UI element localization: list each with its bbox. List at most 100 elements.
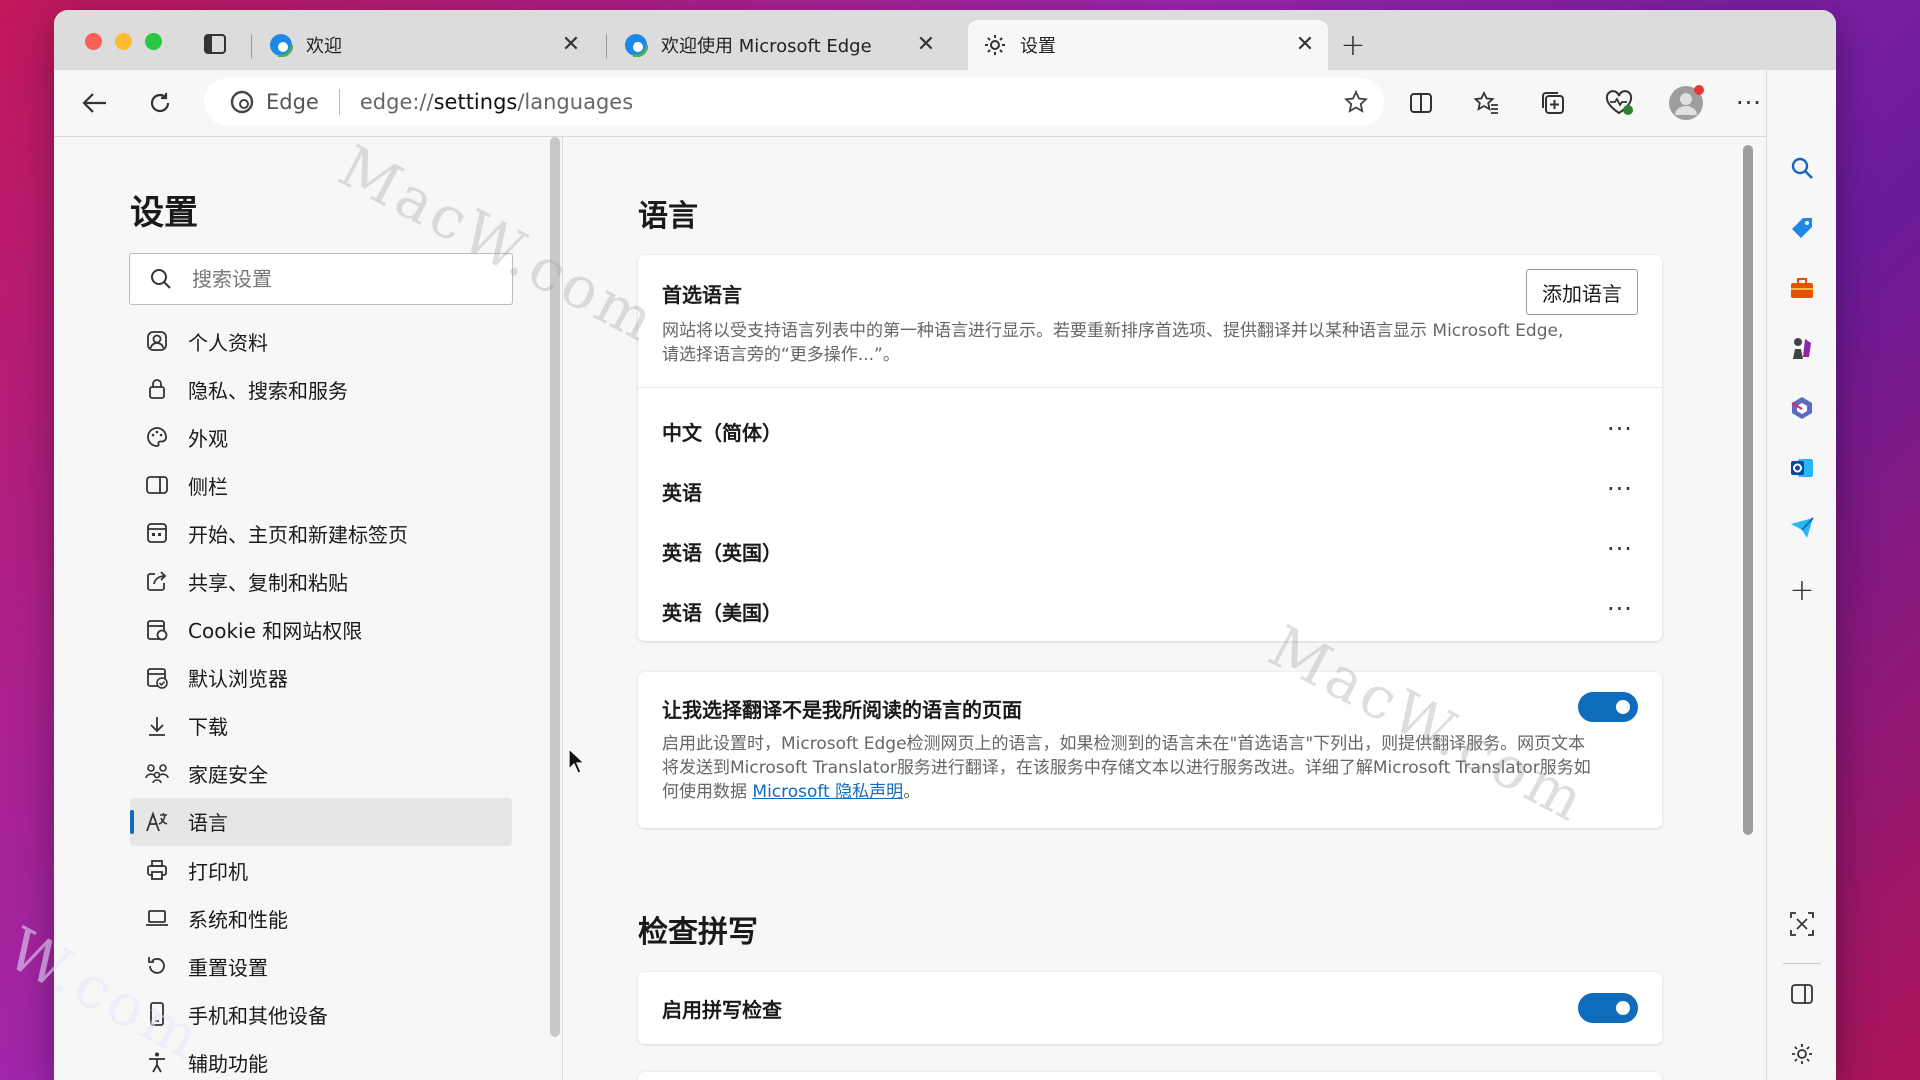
sidebar-item-default-browser[interactable]: 默认浏览器	[130, 654, 512, 702]
sidebar-item-label: Cookie 和网站权限	[188, 619, 363, 644]
sidebar-item-languages[interactable]: 语言	[130, 797, 512, 846]
main-scrollbar[interactable]	[1743, 145, 1753, 835]
sidebar-item-downloads[interactable]: 下载	[130, 702, 512, 750]
hide-sidebar-icon[interactable]	[1788, 980, 1816, 1008]
tab-welcome[interactable]: 欢迎 ✕	[254, 20, 594, 70]
add-language-button[interactable]: 添加语言	[1526, 269, 1638, 315]
sidebar-item-label: 打印机	[188, 859, 248, 884]
shopping-tag-icon[interactable]	[1788, 214, 1816, 242]
translate-description: 启用此设置时，Microsoft Edge检测网页上的语言，如果检测到的语言未在…	[662, 734, 1591, 802]
more-menu-button[interactable]: ···	[1732, 86, 1766, 120]
lock-icon	[144, 376, 170, 402]
split-screen-button[interactable]	[1404, 86, 1438, 120]
url-text: edge://settings/languages	[359, 90, 634, 114]
sidebar-item-family[interactable]: 家庭安全	[130, 750, 512, 798]
phone-icon	[144, 1001, 170, 1027]
more-actions-button[interactable]: ···	[1602, 411, 1638, 447]
spellcheck-section-title: 检查拼写	[638, 915, 758, 950]
sidebar-settings-gear-icon[interactable]	[1788, 1040, 1816, 1068]
sidebar-item-sidebar[interactable]: 侧栏	[130, 461, 512, 509]
sidebar-search-icon[interactable]	[1788, 154, 1816, 182]
sidebar-item-cookies[interactable]: Cookie 和网站权限	[130, 606, 512, 654]
sidebar-item-printers[interactable]: 打印机	[130, 846, 512, 894]
privacy-statement-link[interactable]: Microsoft 隐私声明	[752, 782, 903, 802]
collections-button[interactable]	[1536, 86, 1570, 120]
sidebar-item-accessibility[interactable]: 辅助功能	[130, 1038, 512, 1080]
search-input[interactable]	[190, 266, 494, 292]
spellcheck-toggle[interactable]	[1578, 993, 1638, 1023]
sidebar-item-appearance[interactable]: 外观	[130, 413, 512, 461]
language-icon	[144, 809, 170, 835]
refresh-button[interactable]	[143, 86, 177, 120]
screenshot-icon[interactable]	[1788, 910, 1816, 938]
tab-title: 设置	[1020, 36, 1056, 57]
close-window-button[interactable]	[85, 33, 102, 50]
add-sidebar-app-icon[interactable]: +	[1788, 573, 1816, 608]
address-bar[interactable]: Edge edge://settings/languages	[204, 78, 1384, 126]
reset-icon	[144, 953, 170, 979]
profile-avatar-button[interactable]	[1666, 85, 1706, 120]
outlook-icon[interactable]	[1788, 454, 1816, 482]
favorites-button[interactable]	[1470, 86, 1504, 120]
language-name: 英语（美国）	[662, 601, 782, 625]
sidebar-item-label: 语言	[188, 811, 228, 836]
translate-heading: 让我选择翻译不是我所阅读的语言的页面	[662, 698, 1022, 722]
sidebar-item-label: 下载	[188, 715, 228, 740]
language-name: 英语（英国）	[662, 541, 782, 565]
tools-briefcase-icon[interactable]	[1788, 274, 1816, 302]
spellcheck-card: 启用拼写检查	[638, 972, 1662, 1044]
edge-logo-icon	[230, 90, 254, 114]
avatar	[1669, 85, 1704, 120]
gear-icon	[982, 32, 1008, 58]
sidebar-item-share[interactable]: 共享、复制和粘贴	[130, 557, 512, 605]
next-settings-card	[638, 1072, 1662, 1080]
minimize-window-button[interactable]	[115, 33, 132, 50]
close-tab-icon[interactable]: ✕	[1294, 32, 1316, 57]
microsoft365-icon[interactable]	[1788, 394, 1816, 422]
zoom-window-button[interactable]	[145, 33, 162, 50]
sidebar-item-phone[interactable]: 手机和其他设备	[130, 990, 512, 1038]
settings-search-box[interactable]	[129, 253, 513, 305]
sidebar-item-privacy[interactable]: 隐私、搜索和服务	[130, 365, 512, 413]
toolbar: Edge edge://settings/languages ···	[54, 70, 1836, 137]
palette-icon	[144, 424, 170, 450]
tab-settings[interactable]: 设置 ✕	[968, 20, 1328, 70]
favorite-star-icon[interactable]	[1344, 90, 1368, 114]
tab-welcome-edge[interactable]: 欢迎使用 Microsoft Edge ✕	[609, 20, 949, 70]
list-item: 英语（美国） ···	[638, 581, 1662, 641]
edge-logo-icon	[268, 32, 294, 58]
close-tab-icon[interactable]: ✕	[560, 32, 582, 57]
close-tab-icon[interactable]: ✕	[915, 32, 937, 57]
collections-icon	[1542, 92, 1564, 114]
new-tab-button[interactable]: +	[1338, 28, 1368, 63]
more-actions-button[interactable]: ···	[1602, 471, 1638, 507]
back-button[interactable]	[78, 86, 112, 120]
browser-essentials-button[interactable]	[1602, 86, 1636, 120]
language-name: 中文（简体）	[662, 421, 782, 445]
browser-icon	[144, 665, 170, 691]
more-actions-button[interactable]: ···	[1602, 591, 1638, 627]
preferred-languages-description: 网站将以受支持语言列表中的第一种语言进行显示。若要重新排序首选项、提供翻译并以某…	[662, 321, 1564, 365]
sidebar-item-label: 共享、复制和粘贴	[188, 570, 348, 595]
family-icon	[144, 761, 170, 787]
tab-actions-icon[interactable]	[204, 34, 226, 54]
nav-list: 个人资料 隐私、搜索和服务 外观 侧栏 开始、主页和新建标签页 共享、复制和粘贴	[130, 317, 512, 1080]
site-label: Edge	[266, 90, 319, 114]
translate-toggle[interactable]	[1578, 692, 1638, 722]
page-title: 设置	[130, 193, 198, 233]
list-item: 英语 ···	[638, 461, 1662, 521]
browser-window: 欢迎 ✕ 欢迎使用 Microsoft Edge ✕ 设置 ✕ + Edge e…	[54, 10, 1836, 1080]
sidebar-item-label: 辅助功能	[188, 1051, 268, 1076]
games-chess-icon[interactable]	[1788, 334, 1816, 362]
sidebar-icon	[144, 472, 170, 498]
more-actions-button[interactable]: ···	[1602, 531, 1638, 567]
sidebar-item-system[interactable]: 系统和性能	[130, 894, 512, 942]
refresh-icon	[150, 93, 170, 113]
sidebar-item-reset[interactable]: 重置设置	[130, 942, 512, 990]
sidebar-item-start-home[interactable]: 开始、主页和新建标签页	[130, 509, 512, 557]
drop-send-icon[interactable]	[1788, 514, 1816, 542]
sidebar-item-profile[interactable]: 个人资料	[130, 317, 512, 365]
sidebar-item-label: 开始、主页和新建标签页	[188, 522, 408, 547]
nav-scrollbar[interactable]	[550, 137, 560, 1037]
home-icon	[144, 520, 170, 546]
